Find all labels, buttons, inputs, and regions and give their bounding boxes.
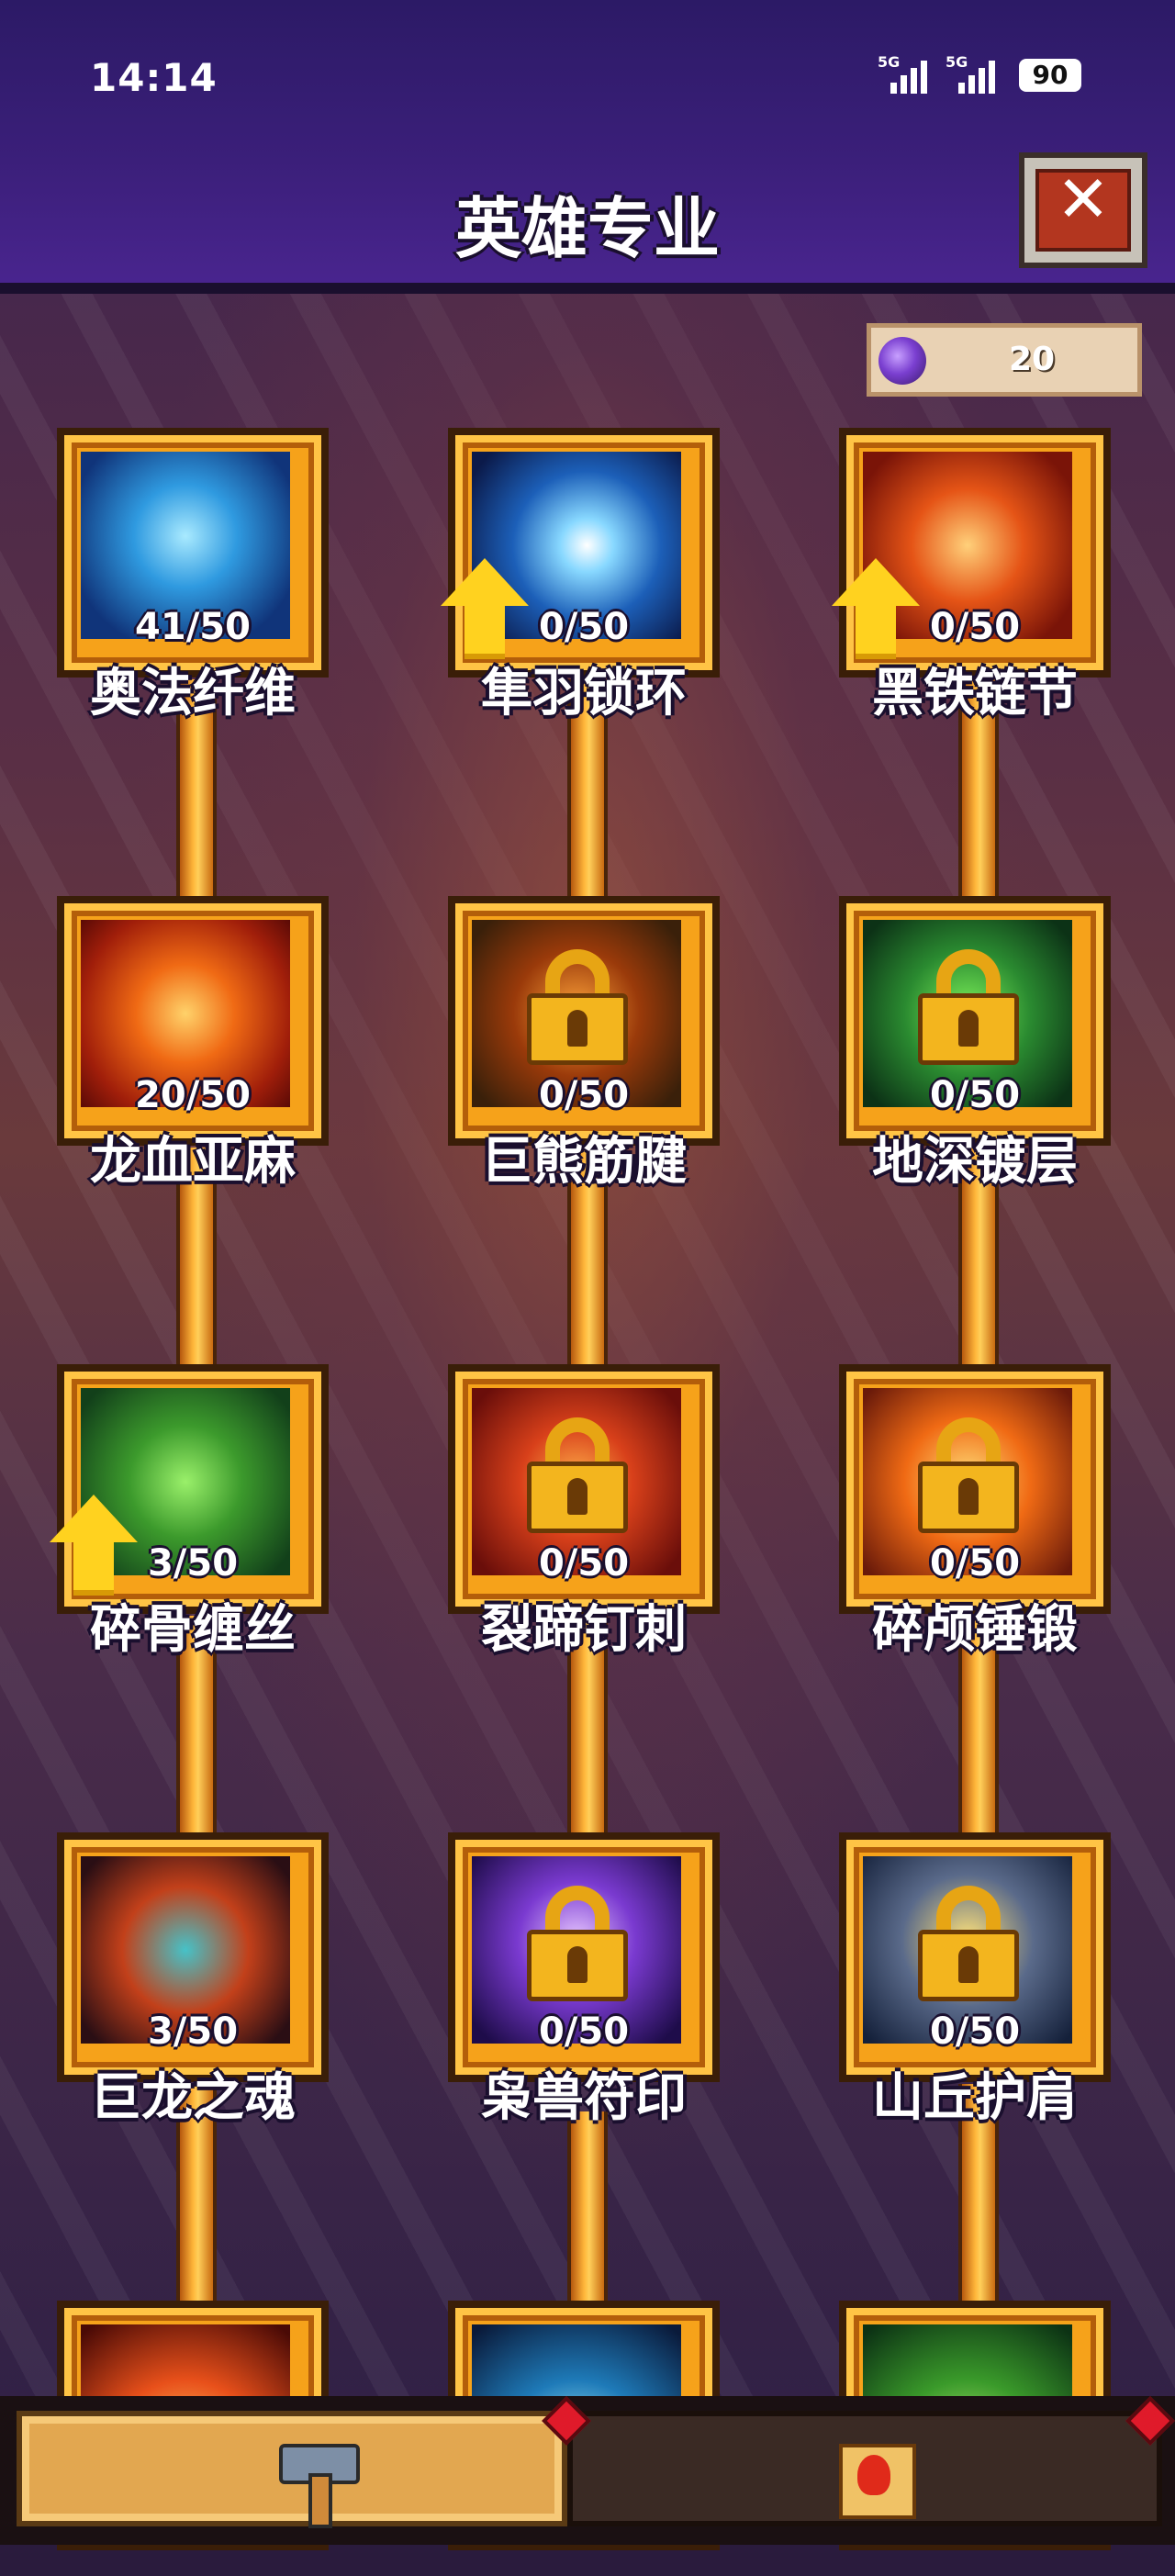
header: 14:14 5G 5G 90 英雄专业 ✕ [0, 0, 1175, 294]
skill-node-dragon-soul[interactable]: 3/50 巨龙之魂 [57, 1832, 329, 2128]
skill-name: 枭兽符印 [481, 2068, 687, 2128]
skill-progress: 0/50 [538, 2010, 630, 2053]
purple-orb-icon [878, 337, 926, 385]
skill-node-black-iron-chain[interactable]: 0/50 黑铁链节 [832, 428, 1111, 723]
lock-icon [918, 949, 1019, 1065]
skill-name: 巨熊筋腱 [481, 1132, 687, 1192]
skill-name: 黑铁链节 [872, 664, 1078, 723]
network-label: 5G [878, 53, 901, 71]
currency-display: 20 [867, 323, 1142, 397]
connector [567, 2111, 608, 2323]
skill-progress: 0/50 [929, 2010, 1021, 2053]
lock-icon [527, 949, 628, 1065]
skill-node-bear-sinew[interactable]: 0/50 巨熊筋腱 [448, 896, 720, 1192]
skill-progress: 0/50 [538, 606, 630, 648]
skill-node-deep-plating[interactable]: 0/50 地深镀层 [839, 896, 1111, 1192]
skill-progress: 3/50 [147, 1542, 239, 1585]
skill-progress: 0/50 [929, 606, 1021, 648]
skill-node-hill-shoulder[interactable]: 0/50 山丘护肩 [839, 1832, 1111, 2128]
network-label: 5G [946, 53, 968, 71]
skill-progress: 0/50 [929, 1542, 1021, 1585]
lock-icon [527, 1417, 628, 1533]
skill-name: 山丘护肩 [872, 2068, 1078, 2128]
hammer-icon [270, 2433, 362, 2528]
skill-name: 地深镀层 [872, 1132, 1078, 1192]
lock-icon [527, 1886, 628, 2001]
status-time: 14:14 [90, 55, 218, 100]
scroll-icon [830, 2435, 918, 2521]
lock-icon [918, 1417, 1019, 1533]
skill-name: 巨龙之魂 [90, 2068, 296, 2128]
tab-scroll[interactable] [567, 2411, 1162, 2526]
skill-progress: 20/50 [135, 1074, 251, 1116]
currency-value: 20 [1008, 341, 1056, 378]
skill-progress: 0/50 [538, 1542, 630, 1585]
battery-indicator: 90 [1019, 59, 1081, 92]
skill-node-falcon-feather[interactable]: 0/50 隼羽锁环 [441, 428, 720, 723]
skill-name: 碎骨缠丝 [90, 1600, 296, 1660]
tab-hero-specialty[interactable] [17, 2411, 567, 2528]
skill-name: 奥法纤维 [90, 664, 296, 723]
skill-progress: 0/50 [538, 1074, 630, 1116]
skill-progress: 41/50 [135, 606, 251, 648]
skill-node-hoof-spike[interactable]: 0/50 裂蹄钉刺 [448, 1364, 720, 1660]
signal-icon: 5G [878, 53, 927, 94]
skill-name: 裂蹄钉刺 [481, 1600, 687, 1660]
skill-node-beast-sigil[interactable]: 0/50 枭兽符印 [448, 1832, 720, 2128]
close-icon: ✕ [1056, 162, 1111, 237]
close-button[interactable]: ✕ [1019, 152, 1147, 268]
skill-node-arcane-fiber[interactable]: 41/50 奥法纤维 [57, 428, 329, 723]
skill-name: 隼羽锁环 [481, 664, 687, 723]
skill-name: 龙血亚麻 [90, 1132, 296, 1192]
skill-progress: 0/50 [929, 1074, 1021, 1116]
skill-progress: 3/50 [147, 2010, 239, 2053]
skill-name: 碎颅锤锻 [872, 1600, 1078, 1660]
bottom-nav [0, 2396, 1175, 2545]
page-title: 英雄专业 [454, 190, 720, 267]
skill-node-dragon-blood-linen[interactable]: 20/50 龙血亚麻 [57, 896, 329, 1192]
signal-icon: 5G [946, 53, 995, 94]
skill-node-bone-wrap[interactable]: 3/50 碎骨缠丝 [50, 1364, 329, 1660]
lock-icon [918, 1886, 1019, 2001]
skill-node-skull-hammer[interactable]: 0/50 碎颅锤锻 [839, 1364, 1111, 1660]
